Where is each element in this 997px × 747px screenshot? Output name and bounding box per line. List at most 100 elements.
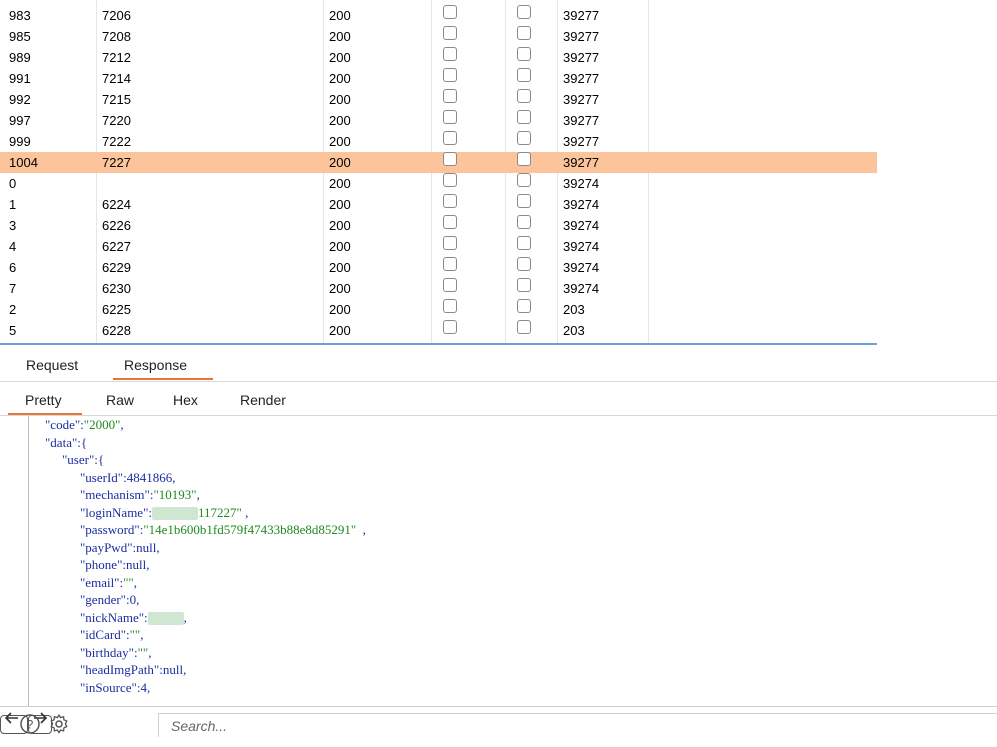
response-body-editor[interactable]: "code":"2000", "data":{"user":{"userId":4… [0,416,997,706]
table-row[interactable]: 999 7222 200 39277 [0,131,877,152]
checkbox-timeout[interactable] [517,68,531,82]
table-splitter[interactable] [0,343,877,345]
checkbox-error[interactable] [443,47,457,61]
checkbox-timeout[interactable] [517,89,531,103]
table-row[interactable]: 0 200 39274 [0,173,877,194]
cell-length: 39277 [563,155,600,170]
tab-request[interactable]: Request [26,357,78,373]
table-row[interactable]: 992 7215 200 39277 [0,89,877,110]
json-value: 4841866 [126,469,173,485]
json-punctuation: , [172,469,176,485]
table-row[interactable]: 2 6225 200 203 [0,299,877,320]
table-row[interactable]: 7 6230 200 39274 [0,278,877,299]
cell-payload: 6224 [102,197,131,212]
checkbox-error[interactable] [443,299,457,313]
cell-request-number: 2 [9,302,17,317]
cell-request-number: 997 [9,113,31,128]
search-toolbar: ? [0,707,997,747]
checkbox-error[interactable] [443,152,457,166]
search-input[interactable] [169,716,773,736]
tab-response[interactable]: Response [124,357,187,373]
checkbox-error[interactable] [443,215,457,229]
checkbox-timeout[interactable] [517,5,531,19]
cell-payload: 6230 [102,281,131,296]
checkbox-timeout[interactable] [517,152,531,166]
json-punctuation: , [196,487,200,502]
checkbox-timeout[interactable] [517,173,531,187]
table-row[interactable]: 5 6228 200 203 [0,320,877,341]
tab-raw[interactable]: Raw [106,392,134,408]
checkbox-error[interactable] [443,131,457,145]
checkbox-error[interactable] [443,173,457,187]
checkbox-timeout[interactable] [517,47,531,61]
cell-length: 39277 [563,71,600,86]
gear-icon[interactable] [48,713,70,735]
checkbox-error[interactable] [443,278,457,292]
cell-request-number: 1 [9,197,17,212]
code-line: "code":"2000", [45,416,124,434]
json-key: "idCard" [80,627,126,642]
checkbox-error[interactable] [443,26,457,40]
table-row[interactable]: 4 6227 200 39274 [0,236,877,257]
checkbox-error[interactable] [443,110,457,124]
cell-payload: 6226 [102,218,131,233]
checkbox-error[interactable] [443,5,457,19]
json-punctuation: , [156,539,160,555]
checkbox-timeout[interactable] [517,215,531,229]
json-punctuation: , [356,522,366,537]
table-row[interactable]: 1 6224 200 39274 [0,194,877,215]
table-row[interactable]: 985 7208 200 39277 [0,26,877,47]
json-key: "gender" [80,592,126,607]
table-row[interactable]: 989 7212 200 39277 [0,47,877,68]
checkbox-error[interactable] [443,68,457,82]
json-value: "" [129,627,141,642]
tab-pretty[interactable]: Pretty [25,392,62,408]
table-row[interactable]: 991 7214 200 39277 [0,68,877,89]
checkbox-timeout[interactable] [517,131,531,145]
checkbox-error[interactable] [443,320,457,334]
table-row[interactable]: 3 6226 200 39274 [0,215,877,236]
checkbox-timeout[interactable] [517,299,531,313]
code-line: "phone":null, [80,556,150,574]
checkbox-timeout[interactable] [517,194,531,208]
json-separator: :{ [77,434,88,450]
checkbox-timeout[interactable] [517,257,531,271]
checkbox-error[interactable] [443,236,457,250]
table-row[interactable]: 983 7206 200 39277 [0,5,877,26]
code-line: "payPwd":null, [80,539,160,557]
editor-gutter [28,416,29,706]
cell-length: 39277 [563,8,600,23]
json-punctuation: , [183,662,187,677]
tab-render[interactable]: Render [240,392,286,408]
json-punctuation: , [146,679,151,695]
cell-status-code: 200 [329,50,351,65]
checkbox-timeout[interactable] [517,26,531,40]
tab-hex[interactable]: Hex [173,392,198,408]
table-row[interactable]: 6 6229 200 39274 [0,257,877,278]
cell-payload: 7227 [102,155,131,170]
help-icon[interactable]: ? [19,713,41,735]
cell-status-code: 200 [329,260,351,275]
cell-payload: 7222 [102,134,131,149]
checkbox-timeout[interactable] [517,278,531,292]
table-row[interactable]: 997 7220 200 39277 [0,110,877,131]
json-value: "10193" [153,487,197,502]
json-punctuation: , [148,644,152,660]
checkbox-timeout[interactable] [517,236,531,250]
table-row[interactable]: 1004 7227 200 39277 [0,152,877,173]
cell-length: 39277 [563,113,600,128]
checkbox-timeout[interactable] [517,320,531,334]
cell-length: 39274 [563,176,600,191]
cell-status-code: 200 [329,302,351,317]
checkbox-timeout[interactable] [517,110,531,124]
active-tab-indicator [113,378,213,380]
checkbox-error[interactable] [443,194,457,208]
search-box [158,713,997,737]
json-key: "data" [45,434,78,450]
checkbox-error[interactable] [443,89,457,103]
cell-length: 39274 [563,218,600,233]
checkbox-error[interactable] [443,257,457,271]
json-key: "birthday" [80,644,134,660]
cell-payload: 7214 [102,71,131,86]
cell-request-number: 983 [9,8,31,23]
